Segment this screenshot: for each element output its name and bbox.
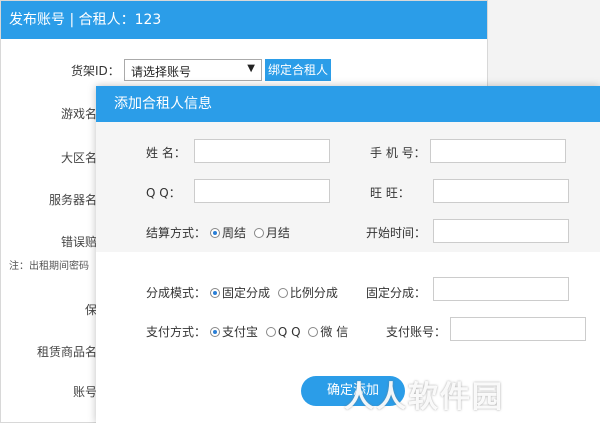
radio-icon — [308, 327, 319, 337]
name-input[interactable] — [194, 139, 330, 163]
qq-label: Q Q： — [146, 186, 181, 200]
dialog-title: 添加合租人信息 — [96, 86, 600, 122]
pay-option-alipay[interactable]: 支付宝 — [210, 325, 258, 339]
radio-selected-icon — [210, 327, 220, 337]
phone-input[interactable] — [430, 139, 566, 163]
settle-option-monthly[interactable]: 月结 — [253, 226, 290, 240]
pay-account-label: 支付账号： — [386, 325, 447, 339]
account-label: 账号 — [72, 385, 97, 399]
settle-radio-group: 周结 月结 — [210, 224, 294, 241]
pay-method-label: 支付方式： — [146, 325, 207, 339]
split-mode-radio-group: 固定分成 比例分成 — [210, 284, 342, 301]
game-name-label: 游戏名 — [60, 107, 97, 121]
background-window-title: 发布账号 | 合租人：123 — [1, 1, 487, 39]
qq-input[interactable] — [194, 179, 330, 203]
pay-method-radio-group: 支付宝 Q Q 微 信 — [210, 323, 352, 340]
rental-product-name-label: 租赁商品名 — [36, 345, 97, 359]
rental-note: 注：出租期间密码 — [9, 261, 89, 272]
split-mode-label: 分成模式： — [146, 286, 207, 300]
pay-account-input[interactable] — [450, 317, 586, 341]
split-option-ratio[interactable]: 比例分成 — [277, 286, 338, 300]
pay-option-qq[interactable]: Q Q — [265, 325, 301, 339]
shelf-id-select[interactable]: 请选择账号 ▼ — [124, 59, 262, 81]
watermark: 人人软件园 — [344, 380, 504, 415]
settle-label: 结算方式： — [146, 226, 207, 240]
start-time-input[interactable] — [433, 219, 569, 243]
split-option-fixed[interactable]: 固定分成 — [210, 286, 270, 300]
radio-icon — [277, 288, 288, 298]
server-name-label: 服务器名 — [48, 193, 97, 207]
phone-label: 手 机 号： — [370, 146, 426, 160]
name-label: 姓 名： — [146, 146, 186, 160]
region-name-label: 大区名 — [60, 151, 97, 165]
shelf-id-select-value: 请选择账号 — [131, 65, 192, 79]
pay-option-wechat[interactable]: 微 信 — [308, 325, 348, 339]
wangwang-label: 旺 旺： — [370, 186, 410, 200]
settle-option-weekly[interactable]: 周结 — [210, 226, 246, 240]
bind-cotenant-button[interactable]: 绑定合租人 — [265, 59, 331, 81]
wangwang-input[interactable] — [433, 179, 569, 203]
fixed-split-label: 固定分成： — [366, 286, 427, 300]
chevron-down-icon: ▼ — [247, 63, 255, 74]
radio-selected-icon — [210, 288, 220, 298]
error-compensation-label: 错误赔 — [60, 235, 97, 249]
shelf-id-label: 货架ID： — [71, 64, 120, 78]
start-time-label: 开始时间： — [366, 226, 427, 240]
radio-icon — [265, 327, 276, 337]
fixed-split-input[interactable] — [433, 277, 569, 301]
radio-icon — [253, 228, 264, 238]
radio-selected-icon — [210, 228, 220, 238]
